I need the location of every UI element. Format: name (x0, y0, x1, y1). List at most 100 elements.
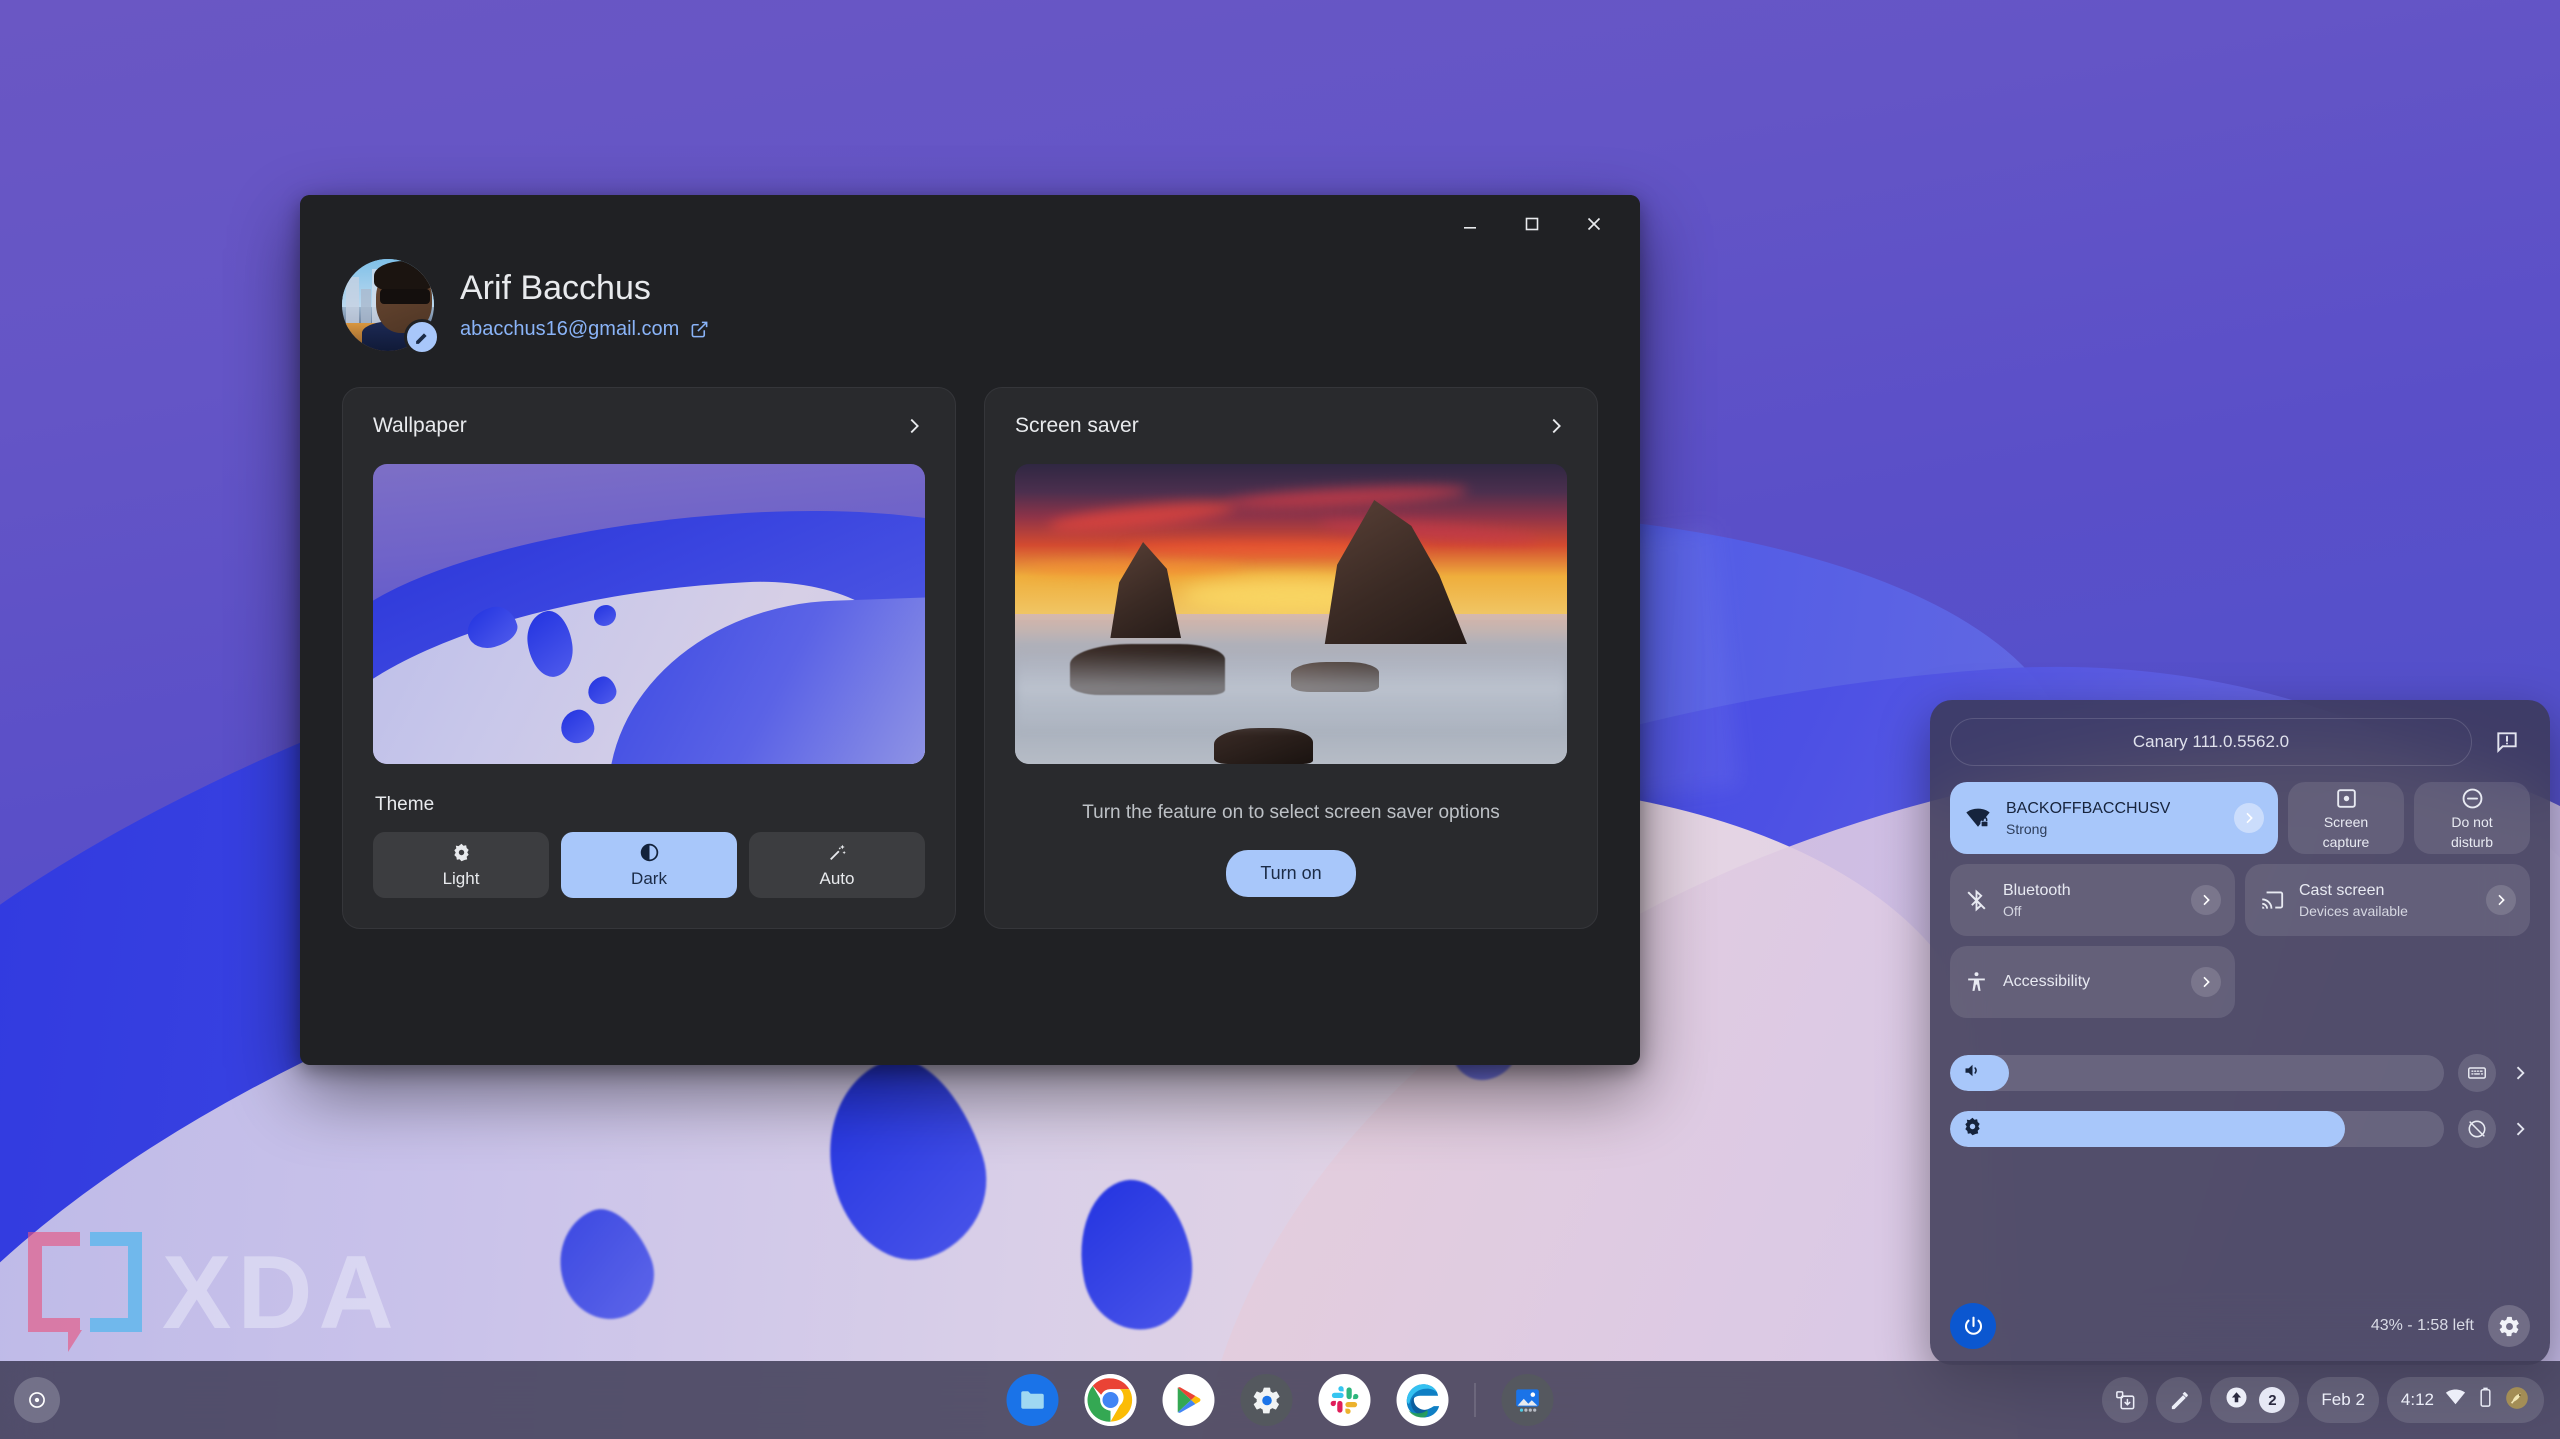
screen-capture-shelf-icon[interactable] (2102, 1377, 2148, 1423)
theme-option-dark-label: Dark (631, 869, 667, 889)
screen-capture-icon (2334, 786, 2359, 811)
screensaver-message: Turn the feature on to select screen sav… (1015, 802, 1567, 824)
tile-wifi-text: BACKOFFBACCHUSV Strong (2006, 800, 2170, 837)
theme-option-light-label: Light (443, 869, 480, 889)
tile-wifi-label: BACKOFFBACCHUSV (2006, 800, 2170, 818)
chevron-right-icon[interactable] (903, 415, 925, 437)
minimize-icon[interactable] (1442, 200, 1498, 248)
settings-cards-row: Wallpaper Theme (342, 387, 1598, 929)
tile-wifi-sub: Strong (2006, 821, 2170, 837)
clock-text: 4:12 (2401, 1390, 2434, 1410)
wifi-icon (2444, 1386, 2467, 1414)
upload-notification-icon (2224, 1385, 2249, 1415)
wallpaper-preview-image[interactable] (373, 464, 925, 764)
tile-wifi[interactable]: BACKOFFBACCHUSV Strong (1950, 782, 2278, 854)
quick-settings-sliders (1950, 1054, 2530, 1148)
screensaver-card-title: Screen saver (1015, 414, 1139, 438)
tile-bluetooth-label: Bluetooth (2003, 882, 2071, 900)
wallpaper-card-header[interactable]: Wallpaper (373, 414, 925, 438)
notification-pill[interactable]: 2 (2210, 1377, 2299, 1423)
screensaver-card-header[interactable]: Screen saver (1015, 414, 1567, 438)
stylus-icon[interactable] (2156, 1377, 2202, 1423)
settings-window-body: Arif Bacchus abacchus16@gmail.com Wal (300, 253, 1640, 1065)
maximize-icon[interactable] (1504, 200, 1560, 248)
edit-avatar-icon[interactable] (404, 319, 440, 355)
volume-slider[interactable] (1950, 1055, 2444, 1091)
date-pill[interactable]: Feb 2 (2307, 1377, 2378, 1423)
tile-row-bluetooth-cast: Bluetooth Off Cast screen (1950, 864, 2530, 936)
chevron-right-icon[interactable] (2510, 1119, 2530, 1139)
accessibility-icon (1964, 970, 1989, 995)
tile-cast-screen-sub: Devices available (2299, 903, 2408, 919)
brightness-slider-row (1950, 1110, 2530, 1148)
theme-label: Theme (375, 794, 925, 816)
keyboard-icon[interactable] (2458, 1054, 2496, 1092)
close-icon[interactable] (1566, 200, 1622, 248)
play-store-app-icon[interactable] (1163, 1374, 1215, 1426)
tile-accessibility-label: Accessibility (2003, 973, 2090, 991)
chevron-right-icon[interactable] (2234, 803, 2264, 833)
tile-cast-screen-label: Cast screen (2299, 882, 2408, 900)
chevron-right-icon[interactable] (2486, 885, 2516, 915)
wallpaper-blob (803, 1042, 1007, 1279)
tile-screen-capture-label-line1: Screen (2324, 814, 2368, 831)
tile-bluetooth-text: Bluetooth Off (2003, 882, 2071, 919)
tile-bluetooth-sub: Off (2003, 903, 2071, 919)
sun-icon (451, 842, 472, 864)
tile-cast-screen-text: Cast screen Devices available (2299, 882, 2408, 919)
launcher-button[interactable] (14, 1377, 60, 1423)
theme-option-auto-label: Auto (820, 869, 855, 889)
shelf-separator (1475, 1383, 1476, 1417)
channel-version-pill[interactable]: Canary 111.0.5562.0 (1950, 718, 2472, 766)
system-tray-pill[interactable]: 4:12 (2387, 1377, 2544, 1423)
volume-slider-row (1950, 1054, 2530, 1092)
tile-do-not-disturb[interactable]: Do not disturb (2414, 782, 2530, 854)
settings-app-icon[interactable] (1241, 1374, 1293, 1426)
gallery-app-icon[interactable] (1502, 1374, 1554, 1426)
tile-screen-capture[interactable]: Screen capture (2288, 782, 2404, 854)
tile-row-accessibility: Accessibility (1950, 946, 2530, 1018)
screensaver-card: Screen saver (984, 387, 1598, 929)
theme-buttons: Light Dark (373, 832, 925, 898)
do-not-disturb-icon (2460, 786, 2485, 811)
feedback-icon[interactable] (2484, 719, 2530, 765)
settings-window: Arif Bacchus abacchus16@gmail.com Wal (300, 195, 1640, 1065)
theme-option-dark[interactable]: Dark (561, 832, 737, 898)
wallpaper-blob (1066, 1170, 1205, 1340)
magic-wand-icon (827, 842, 848, 864)
tile-bluetooth[interactable]: Bluetooth Off (1950, 864, 2235, 936)
tile-cast-screen[interactable]: Cast screen Devices available (2245, 864, 2530, 936)
theme-option-light[interactable]: Light (373, 832, 549, 898)
volume-icon (1962, 1060, 1983, 1086)
tile-do-not-disturb-label-line2: disturb (2451, 834, 2493, 851)
brightness-slider[interactable] (1950, 1111, 2444, 1147)
profile-email-row[interactable]: abacchus16@gmail.com (460, 318, 709, 341)
chevron-right-icon[interactable] (2191, 967, 2221, 997)
edge-app-icon[interactable] (1397, 1374, 1449, 1426)
chevron-right-icon[interactable] (1545, 415, 1567, 437)
window-titlebar[interactable] (300, 195, 1640, 253)
chrome-app-icon[interactable] (1085, 1374, 1137, 1426)
quick-settings-footer: 43% - 1:58 left (1950, 1289, 2530, 1349)
wallpaper-card-title: Wallpaper (373, 414, 467, 438)
profile-name: Arif Bacchus (460, 269, 709, 308)
chevron-right-icon[interactable] (2191, 885, 2221, 915)
screensaver-preview-image[interactable] (1015, 464, 1567, 764)
gear-icon[interactable] (2488, 1305, 2530, 1347)
theme-option-auto[interactable]: Auto (749, 832, 925, 898)
power-button[interactable] (1950, 1303, 1996, 1349)
xda-wordmark: XDA (162, 1241, 400, 1345)
external-link-icon[interactable] (690, 320, 709, 339)
wallpaper-blob (543, 1197, 668, 1333)
shelf-status-area: 2 Feb 2 4:12 (2102, 1377, 2544, 1423)
quick-settings-header: Canary 111.0.5562.0 (1950, 718, 2530, 766)
battery-icon (2477, 1386, 2494, 1414)
chevron-right-icon[interactable] (2510, 1063, 2530, 1083)
tile-accessibility[interactable]: Accessibility (1950, 946, 2235, 1018)
night-light-off-icon[interactable] (2458, 1110, 2496, 1148)
files-app-icon[interactable] (1007, 1374, 1059, 1426)
turn-on-button[interactable]: Turn on (1226, 850, 1355, 897)
battery-status-text: 43% - 1:58 left (2371, 1317, 2474, 1335)
contrast-icon (639, 842, 660, 864)
slack-app-icon[interactable] (1319, 1374, 1371, 1426)
